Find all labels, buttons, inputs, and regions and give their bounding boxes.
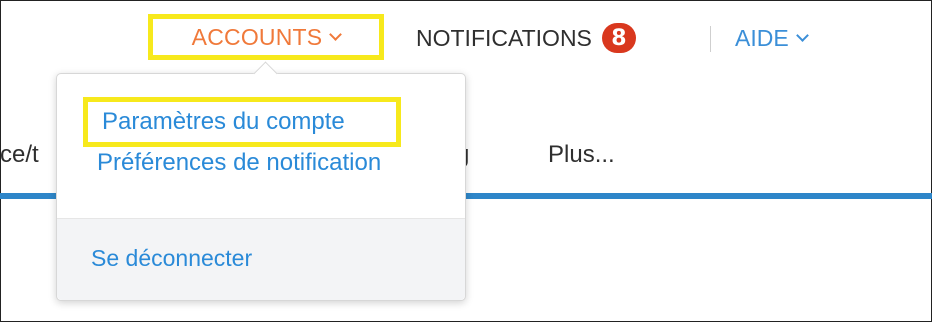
notifications-button[interactable]: NOTIFICATIONS 8	[416, 22, 636, 54]
menu-item-notification-preferences[interactable]: Préférences de notification	[97, 148, 381, 178]
menu-item-label: Préférences de notification	[97, 149, 382, 176]
tab-plus[interactable]: Plus...	[548, 141, 615, 169]
aide-label: AIDE	[735, 24, 789, 51]
dropdown-footer: Se déconnecter	[57, 218, 465, 300]
tab-partial-left[interactable]: ce/t	[0, 141, 39, 169]
notifications-count-badge: 8	[601, 23, 636, 53]
chevron-down-icon	[795, 28, 809, 42]
nav-divider	[710, 26, 711, 52]
aide-menu-button[interactable]: AIDE	[735, 22, 809, 54]
menu-item-account-settings[interactable]: Paramètres du compte	[83, 97, 401, 147]
accounts-dropdown: Paramètres du compte Préférences de noti…	[56, 61, 466, 301]
accounts-menu-button[interactable]: ACCOUNTS	[148, 14, 384, 60]
chevron-down-icon	[329, 27, 343, 41]
notifications-label: NOTIFICATIONS	[416, 24, 592, 51]
accounts-label: ACCOUNTS	[191, 23, 323, 50]
logout-link[interactable]: Se déconnecter	[91, 245, 252, 272]
menu-item-label: Paramètres du compte	[102, 108, 345, 135]
